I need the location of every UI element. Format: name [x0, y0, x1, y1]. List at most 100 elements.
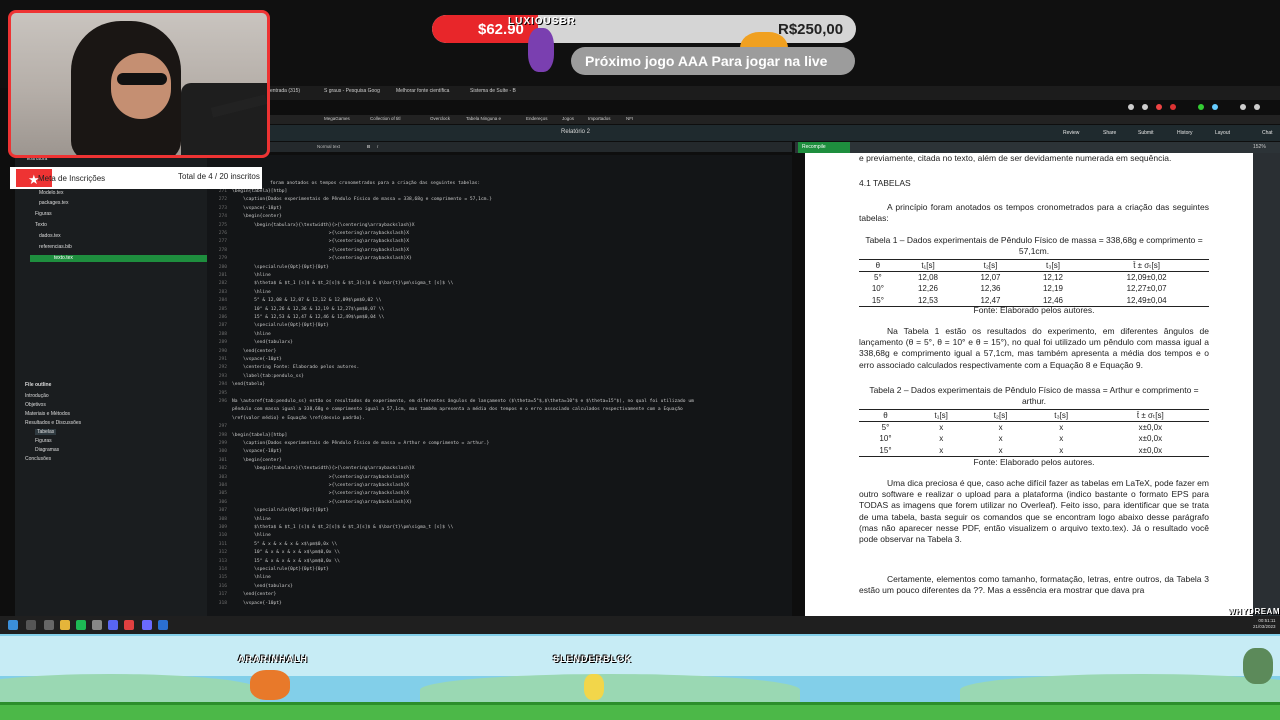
app-icon[interactable] [142, 620, 152, 630]
zoom-level[interactable]: 152% [1253, 144, 1266, 150]
submit-button[interactable]: Submit [1138, 130, 1154, 136]
pdf-scroll-area[interactable] [1253, 153, 1280, 616]
table-cell: x [998, 423, 1003, 433]
code-text: \begin{tabela}[htbp] [232, 432, 288, 438]
extension-icon[interactable] [1240, 104, 1246, 110]
tree-file[interactable]: packages.tex [39, 200, 68, 206]
code-text: \specialrule{0pt}{0pt}{0pt} [232, 264, 329, 270]
table-cell: 12,12 [1042, 273, 1063, 283]
chrome-icon[interactable] [124, 620, 134, 630]
table-header-cell: t₂[s] [983, 261, 998, 270]
extension-icon[interactable] [1142, 104, 1148, 110]
line-number: 311 [218, 541, 227, 547]
tree-folder[interactable]: Texto [35, 222, 47, 228]
line-number: 283 [218, 289, 227, 295]
outline-item[interactable]: Resultados e Discussões [25, 420, 81, 426]
browser-tab[interactable]: S graus - Pesquisa Goog [324, 88, 380, 94]
line-number: 271 [218, 189, 227, 194]
browser-tab[interactable]: Melhorar fonte científica [396, 88, 449, 94]
outline-item[interactable]: Diagramas [35, 447, 59, 453]
bookmark-item[interactable]: Collection of titl [370, 116, 401, 121]
extension-icon[interactable] [1198, 104, 1204, 110]
table-cell: 12,08 [917, 273, 939, 283]
table-cell: x [939, 423, 944, 433]
windows-start-icon[interactable] [8, 620, 18, 630]
table-cell: x [1059, 434, 1064, 444]
outline-item-active[interactable]: Tabelas [35, 429, 57, 435]
recompile-button[interactable]: Recompile [798, 142, 850, 153]
browser-tab[interactable]: Sistema de Suíte - B [470, 88, 516, 94]
project-title[interactable]: Relatório 2 [561, 129, 590, 135]
stream-frame: $62.90 LUXIOUSBR R$250,00 Próximo jogo A… [0, 0, 1280, 720]
table-cell: 10° [879, 434, 892, 444]
code-text: $\theta$ & $t_1 [s]$ & $t_2[s]$ & $t_3[s… [232, 281, 454, 287]
search-icon[interactable] [26, 620, 36, 630]
review-button[interactable]: Review [1063, 130, 1079, 136]
pdf-preview[interactable]: e previamente, citada no texto, além de … [805, 153, 1253, 616]
code-text: \hline [232, 289, 271, 295]
table-cell: 12,09±0,02 [1126, 273, 1167, 283]
discord-icon[interactable] [108, 620, 118, 630]
tree-file[interactable]: dados.tex [39, 233, 61, 239]
table-header-row: θ t₁[s] t₂[s] t₃[s] t̄ ± σₜ[s] [859, 259, 1209, 272]
outline-item[interactable]: Figuras [35, 438, 52, 444]
outline-item[interactable]: Conclusões [25, 456, 51, 462]
word-icon[interactable] [158, 620, 168, 630]
sunglasses [117, 73, 167, 85]
code-text: Na \autoref{tab:pendulo_ss} estão os res… [232, 399, 694, 404]
tree-folder[interactable]: Figuras [35, 211, 52, 217]
text-style-select[interactable]: Normal text [317, 144, 340, 149]
code-text: \caption{Dados experimentais de Pêndulo … [232, 441, 490, 446]
bookmark-item[interactable]: MegaGames [324, 116, 350, 121]
grass-ground [0, 702, 1280, 720]
outline-item[interactable]: Introdução [25, 393, 49, 399]
line-number: 314 [218, 567, 227, 572]
table-cell: x [939, 445, 944, 455]
line-number: 297 [218, 424, 227, 430]
line-number: 287 [218, 323, 227, 329]
extension-icon[interactable] [1156, 104, 1162, 110]
outline-item[interactable]: Objetivos [25, 402, 46, 408]
table-header-cell: t̄ ± σₜ[s] [1133, 261, 1161, 270]
tree-file[interactable]: Modelo.tex [39, 190, 63, 196]
share-button[interactable]: Share [1103, 130, 1116, 136]
code-text: \hline [232, 575, 271, 581]
code-text: >{\centering\arraybackslash}X [232, 474, 410, 480]
table-row: 15° x x x x±0,0x [859, 445, 1209, 457]
outline-item[interactable]: Materiais e Métodos [25, 411, 70, 417]
tree-file[interactable]: referencias.bib [39, 244, 72, 250]
chat-button[interactable]: Chat [1262, 130, 1273, 136]
code-text: \caption{Dados experimentais de Pêndulo … [232, 197, 492, 203]
bookmark-item[interactable]: Jogos [562, 116, 574, 121]
extension-icon[interactable] [1212, 104, 1218, 110]
code-text: \begin{tabularx}{\textwidth}{>{\centerin… [232, 222, 415, 228]
spotify-icon[interactable] [76, 620, 86, 630]
layout-button[interactable]: Layout [1215, 130, 1230, 136]
system-clock[interactable]: 00:51:11 21/03/2023 [1253, 618, 1276, 630]
code-text: \vspace{-18pt} [232, 449, 282, 455]
file-explorer-icon[interactable] [60, 620, 70, 630]
line-number: 290 [218, 348, 227, 354]
extension-icon[interactable] [1170, 104, 1176, 110]
task-view-icon[interactable] [44, 620, 54, 630]
next-game-banner: Próximo jogo AAA Para jogar na live [571, 47, 855, 75]
history-button[interactable]: History [1177, 130, 1193, 136]
line-number: 294 [218, 382, 227, 388]
table-cell: 12,26 [917, 284, 939, 294]
bold-button[interactable]: B [367, 144, 370, 149]
bookmark-item[interactable]: Overclock [430, 116, 450, 121]
bookmark-item[interactable]: Tabela Ninguna e [466, 116, 501, 121]
bookmark-item[interactable]: NFI [626, 116, 633, 121]
table1-source: Fonte: Elaborado pelos autores. [973, 305, 1095, 315]
file-outline-title[interactable]: File outline [25, 382, 51, 388]
italic-button[interactable]: I [377, 144, 378, 149]
bird-sprite-icon [250, 670, 290, 700]
extension-icon[interactable] [1128, 104, 1134, 110]
tree-file-selected[interactable]: texto.tex [30, 255, 218, 262]
browser-tab[interactable]: entrada (315) [270, 88, 300, 94]
code-editor[interactable]: foram anotados os tempos cronometrados p… [207, 155, 792, 616]
extension-icon[interactable] [1254, 104, 1260, 110]
settings-icon[interactable] [92, 620, 102, 630]
bookmark-item[interactable]: Endereços [526, 116, 548, 121]
bookmark-item[interactable]: Importados [588, 116, 611, 121]
